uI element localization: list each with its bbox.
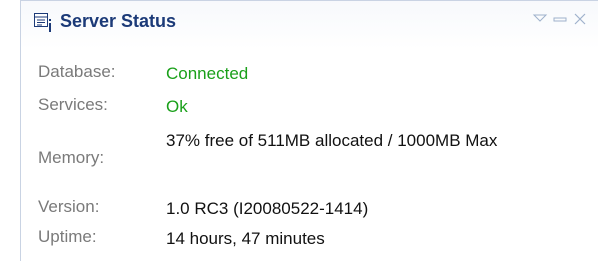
close-icon[interactable] [572,11,588,32]
version-row: Version: 1.0 RC3 (I20080522-1414) [21,197,598,223]
uptime-row: Uptime: 14 hours, 47 minutes [21,227,598,253]
uptime-label: Uptime: [38,227,97,246]
view-menu-icon[interactable] [532,11,548,32]
panel-titlebar[interactable]: Server Status [21,0,598,49]
database-row: Database: Connected [21,62,598,88]
server-status-panel: Server Status Database: Connected Servic… [20,0,598,261]
database-label: Database: [38,62,116,81]
memory-label: Memory: [38,148,105,167]
services-row: Services: Ok [21,95,598,121]
uptime-value: 14 hours, 47 minutes [166,229,325,248]
services-value: Ok [166,97,188,116]
database-value: Connected [166,64,249,83]
panel-title: Server Status [60,11,177,31]
minimize-icon[interactable] [552,11,568,32]
server-info-icon [34,13,54,33]
services-label: Services: [38,95,108,114]
view-controls [532,11,596,27]
version-label: Version: [38,197,100,216]
memory-row: Memory: 37% free of 511MB allocated / 10… [21,129,598,189]
memory-value: 37% free of 511MB allocated / 1000MB Max [166,131,498,150]
version-value: 1.0 RC3 (I20080522-1414) [166,199,369,218]
